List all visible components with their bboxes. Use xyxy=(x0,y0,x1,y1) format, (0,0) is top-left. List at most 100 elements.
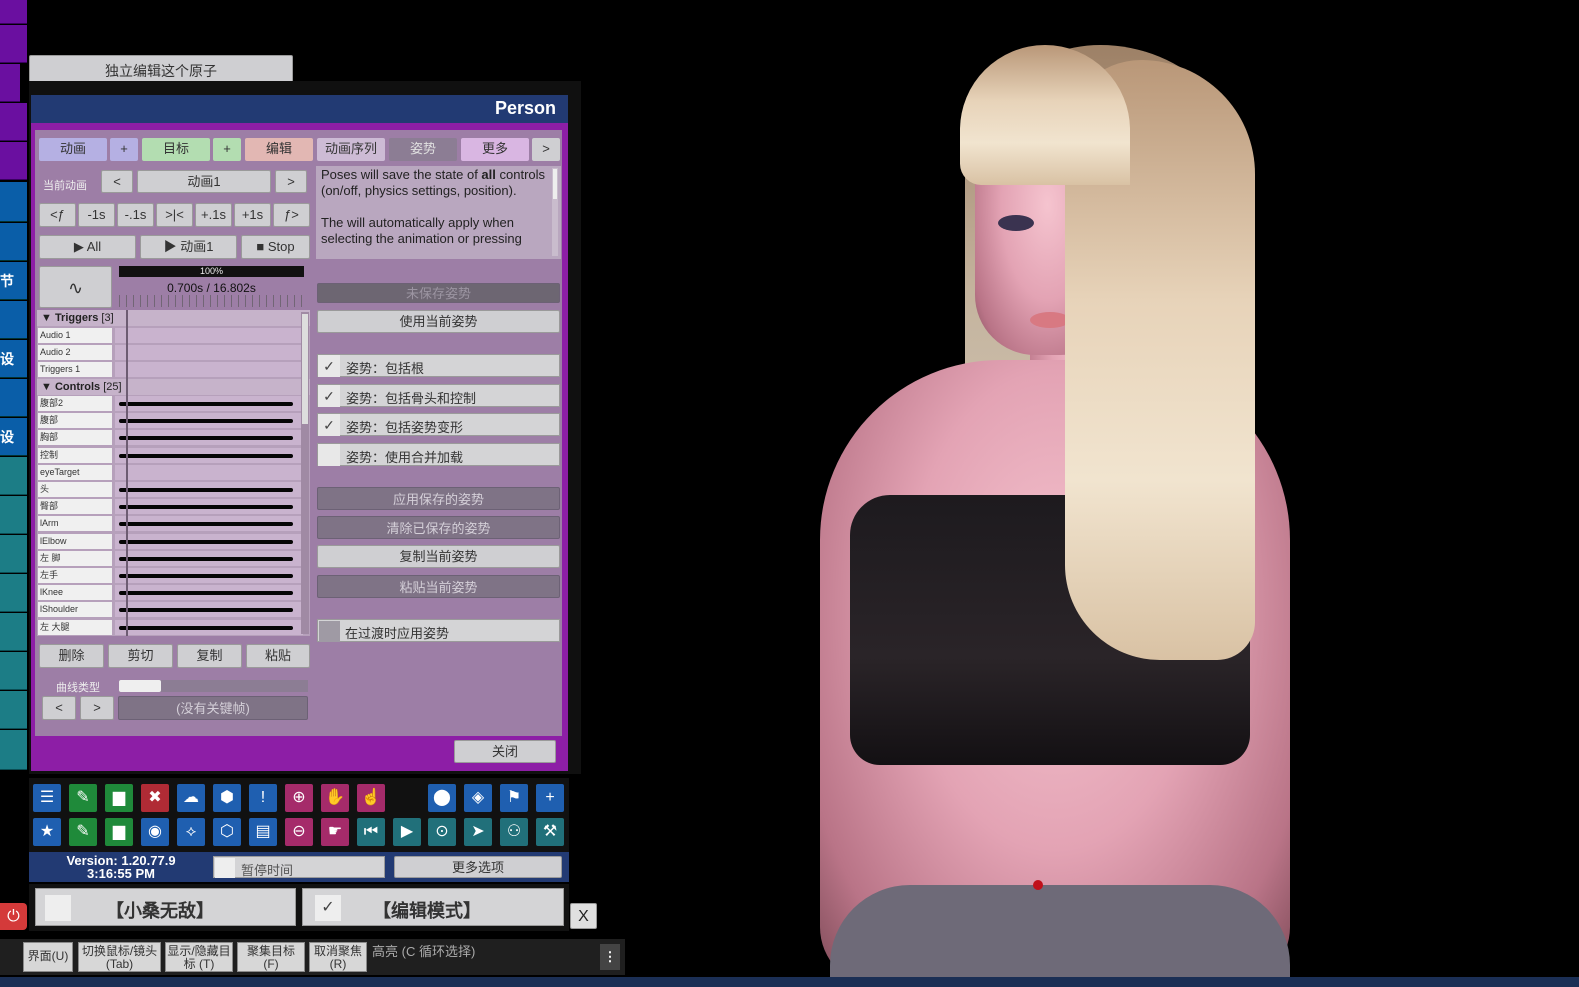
document-icon[interactable]: ▤ xyxy=(249,818,277,846)
flag-icon[interactable]: ⚑ xyxy=(500,784,528,812)
person-icon[interactable]: ⬤ xyxy=(428,784,456,812)
side-strip-tile[interactable] xyxy=(0,496,27,534)
tab-target-add[interactable]: + xyxy=(213,138,241,161)
side-strip-tile[interactable] xyxy=(0,64,20,102)
edit-mode-toggle[interactable]: ✓ 【编辑模式】 xyxy=(302,888,564,926)
side-strip-tile[interactable] xyxy=(0,301,27,339)
tab-next[interactable]: > xyxy=(532,138,560,161)
tracks-scrollbar-thumb[interactable] xyxy=(302,314,308,424)
add-person-icon[interactable]: ⊕ xyxy=(285,784,313,812)
curve-toggle-button[interactable]: ∿ xyxy=(39,266,112,308)
step-minus-01s-button[interactable]: -.1s xyxy=(117,203,154,227)
next-anim-button[interactable]: > xyxy=(275,170,307,193)
tab-target[interactable]: 目标 xyxy=(142,138,210,161)
control-row[interactable]: lKnee xyxy=(37,585,310,601)
open-box-icon[interactable]: ⬡ xyxy=(213,818,241,846)
control-row[interactable]: 腹部 xyxy=(37,413,310,429)
control-track[interactable] xyxy=(115,516,303,532)
cloud-download-icon[interactable]: ☁ xyxy=(177,784,205,812)
control-row[interactable]: 左手 xyxy=(37,568,310,584)
side-strip-tile[interactable] xyxy=(0,457,27,495)
pose-option-checkbox[interactable]: ✓ xyxy=(318,355,340,377)
side-strip-tile[interactable] xyxy=(0,691,27,729)
prev-anim-button[interactable]: < xyxy=(101,170,133,193)
menu-icon[interactable]: ☰ xyxy=(33,784,61,812)
play-icon[interactable]: ▶ xyxy=(393,818,421,846)
side-strip-tile[interactable] xyxy=(0,379,27,417)
edit-mode-checkbox[interactable]: ✓ xyxy=(315,895,341,921)
more-options-button[interactable]: 更多选项 xyxy=(394,856,562,878)
plus-icon[interactable]: + xyxy=(536,784,564,812)
control-row[interactable]: 胸部 xyxy=(37,430,310,446)
more-menu-button[interactable]: ⋮ xyxy=(600,944,620,970)
camera-icon[interactable]: ◉ xyxy=(141,818,169,846)
control-row[interactable]: 臀部 xyxy=(37,499,310,515)
delete-key-button[interactable]: 删除 xyxy=(39,644,104,668)
clear-saved-pose-button[interactable]: 清除已保存的姿势 xyxy=(317,516,560,539)
control-track[interactable] xyxy=(115,602,303,618)
alert-icon[interactable]: ! xyxy=(249,784,277,812)
control-track[interactable] xyxy=(115,619,303,635)
side-strip-tile[interactable] xyxy=(0,613,27,651)
remove-person-icon[interactable]: ⊖ xyxy=(285,818,313,846)
save-scene-icon[interactable]: ✎ xyxy=(69,784,97,812)
tab-animation[interactable]: 动画 xyxy=(39,138,107,161)
timeline-ruler[interactable] xyxy=(119,295,304,307)
pose-option-toggle[interactable]: ✓ 姿势：包括骨头和控制 xyxy=(317,384,560,407)
prev-key-button[interactable]: < xyxy=(42,696,76,720)
control-track[interactable] xyxy=(115,482,303,497)
control-row[interactable]: eyeTarget xyxy=(37,464,310,481)
tab-edit[interactable]: 编辑 xyxy=(245,138,313,161)
network-icon[interactable]: ⟡ xyxy=(177,818,205,846)
info-scrollbar-thumb[interactable] xyxy=(553,169,557,199)
curve-type-slider-handle[interactable] xyxy=(119,680,161,692)
control-track[interactable] xyxy=(115,464,303,480)
pose-option-checkbox[interactable]: ✓ xyxy=(318,414,340,436)
pose-option-checkbox[interactable] xyxy=(318,444,340,466)
trigger-track[interactable] xyxy=(115,345,303,360)
bottom-bar-button[interactable]: 取消聚焦 (R) xyxy=(309,942,367,972)
pause-time-toggle[interactable]: 暂停时间 xyxy=(213,856,385,878)
bottom-bar-button[interactable]: 切换鼠标/镜头 (Tab) xyxy=(78,942,161,972)
step-next-frame-button[interactable]: ƒ> xyxy=(273,203,310,227)
step-prev-frame-button[interactable]: <ƒ xyxy=(39,203,76,227)
copy-current-pose-button[interactable]: 复制当前姿势 xyxy=(317,545,560,568)
control-track[interactable] xyxy=(115,499,303,515)
side-strip-tile[interactable]: 节 xyxy=(0,262,27,300)
step-center-button[interactable]: >|< xyxy=(156,203,193,227)
paste-key-button[interactable]: 粘贴 xyxy=(246,644,310,668)
touch-icon[interactable]: ☝ xyxy=(357,784,385,812)
stop-button[interactable]: ■ Stop xyxy=(241,235,310,259)
side-strip-tile[interactable] xyxy=(0,535,27,573)
pose-option-checkbox[interactable]: ✓ xyxy=(318,385,340,407)
god-mode-checkbox[interactable] xyxy=(45,895,71,921)
control-row[interactable]: lElbow xyxy=(37,533,310,550)
play-anim-button[interactable]: ▶ 动画1 xyxy=(140,235,237,259)
pause-time-checkbox[interactable] xyxy=(215,858,235,878)
tools-icon[interactable]: ⚒ xyxy=(536,818,564,846)
control-track[interactable] xyxy=(115,413,303,429)
trigger-row[interactable]: Audio 1 xyxy=(37,328,310,344)
control-track[interactable] xyxy=(115,447,303,463)
unity-icon[interactable]: ◈ xyxy=(464,784,492,812)
delete-scene-icon[interactable]: ✖ xyxy=(141,784,169,812)
apply-saved-pose-button[interactable]: 应用保存的姿势 xyxy=(317,487,560,510)
play-all-button[interactable]: ▶ All xyxy=(39,235,136,259)
control-track[interactable] xyxy=(115,533,303,549)
side-strip-tile[interactable] xyxy=(0,142,27,180)
triggers-header[interactable]: ▼ Triggers [3] xyxy=(37,310,310,326)
side-strip-tile[interactable] xyxy=(0,730,27,770)
control-row[interactable]: lArm xyxy=(37,516,310,532)
next-key-button[interactable]: > xyxy=(80,696,114,720)
side-strip-tile[interactable] xyxy=(0,574,27,612)
tab-sequence[interactable]: 动画序列 xyxy=(317,138,385,161)
pose-option-toggle[interactable]: ✓ 姿势：包括根 xyxy=(317,354,560,377)
control-row[interactable]: 头 xyxy=(37,482,310,498)
tab-animation-add[interactable]: + xyxy=(110,138,138,161)
package-icon[interactable]: ⬢ xyxy=(213,784,241,812)
hand-icon[interactable]: ✋ xyxy=(321,784,349,812)
trigger-track[interactable] xyxy=(115,362,303,377)
side-strip-tile[interactable] xyxy=(0,0,27,24)
trigger-row[interactable]: Audio 2 xyxy=(37,345,310,361)
tab-more[interactable]: 更多 xyxy=(461,138,529,161)
